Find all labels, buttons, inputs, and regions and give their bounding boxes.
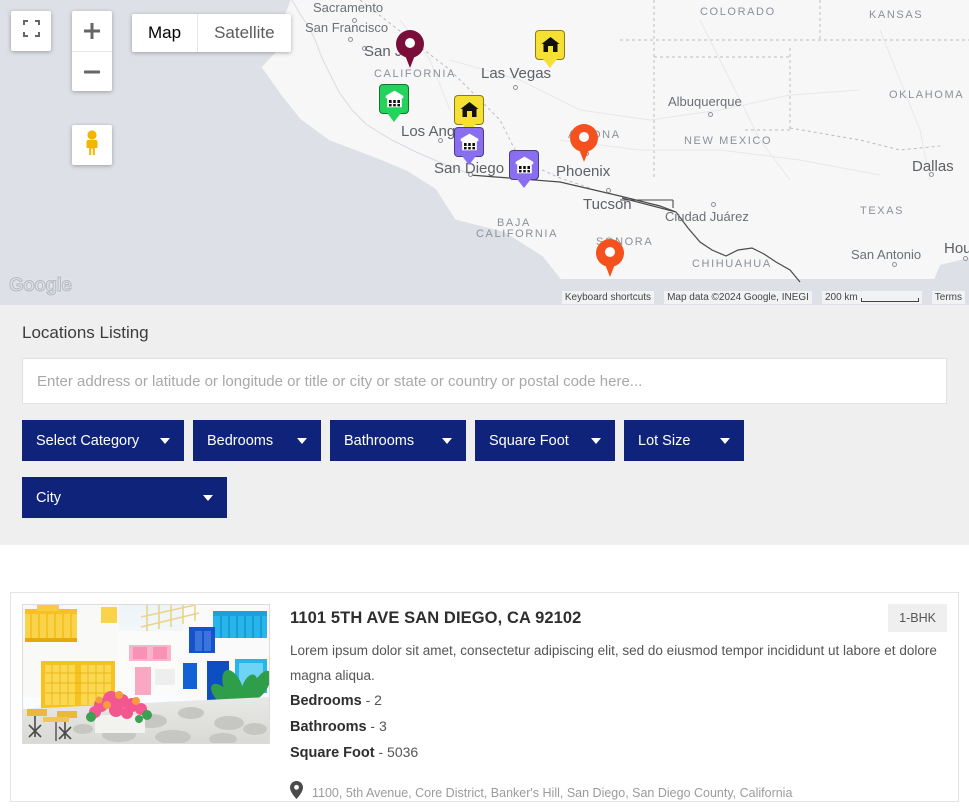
location-pin-icon bbox=[290, 781, 303, 804]
marker-los-angeles-home[interactable] bbox=[454, 95, 484, 125]
keyboard-shortcuts-link[interactable]: Keyboard shortcuts bbox=[561, 291, 655, 304]
city-dot bbox=[513, 85, 518, 90]
filter-lot-size[interactable]: Lot Size bbox=[624, 420, 744, 461]
filter-lot-size-label: Lot Size bbox=[638, 432, 691, 449]
listing-address-row: 1100, 5th Avenue, Core District, Banker'… bbox=[290, 781, 947, 804]
chevron-down-icon bbox=[160, 437, 170, 444]
map-data-attribution: Map data ©2024 Google, INEGI bbox=[664, 291, 812, 304]
listing-spec-bathrooms: Bathrooms - 3 bbox=[290, 714, 947, 740]
filter-city-label: City bbox=[36, 489, 61, 506]
spec-value: - 2 bbox=[361, 692, 382, 708]
zoom-controls[interactable] bbox=[72, 11, 112, 91]
city-dot bbox=[606, 188, 611, 193]
map-scale-label: 200 km bbox=[824, 292, 858, 303]
marker-california-building[interactable] bbox=[379, 84, 409, 114]
spec-value: - 3 bbox=[366, 718, 387, 734]
marker-phoenix[interactable] bbox=[570, 124, 598, 164]
google-logo: Google bbox=[8, 275, 72, 297]
marker-san-jose[interactable] bbox=[396, 30, 424, 70]
minus-icon bbox=[84, 70, 100, 73]
zoom-in-button[interactable] bbox=[72, 11, 112, 51]
city-dot bbox=[929, 172, 934, 177]
page-title: Locations Listing bbox=[22, 323, 149, 342]
map-attribution-bar: Keyboard shortcuts Map data ©2024 Google… bbox=[561, 290, 969, 305]
city-dot bbox=[468, 172, 473, 177]
chevron-down-icon bbox=[591, 437, 601, 444]
spec-value: - 5036 bbox=[374, 744, 419, 760]
street-view-pegman-icon bbox=[81, 129, 103, 161]
listing-address: 1100, 5th Avenue, Core District, Banker'… bbox=[312, 785, 793, 800]
listing-spec-square-foot: Square Foot - 5036 bbox=[290, 740, 947, 766]
listing-spec-list: Bedrooms - 2 Bathrooms - 3 Square Foot - 5… bbox=[290, 688, 947, 766]
listing-card[interactable]: 1-BHK 1101 5TH AVE SAN DIEGO, CA 92102 L… bbox=[10, 592, 959, 802]
terms-link[interactable]: Terms bbox=[931, 291, 965, 304]
location-pin-icon bbox=[396, 30, 424, 70]
city-dot bbox=[348, 37, 353, 42]
city-dot bbox=[711, 202, 716, 207]
listing-spec-bedrooms: Bedrooms - 2 bbox=[290, 688, 947, 714]
listing-description: Lorem ipsum dolor sit amet, consectetur … bbox=[290, 643, 937, 683]
filter-city[interactable]: City bbox=[22, 477, 227, 518]
map-type-satellite-button[interactable]: Satellite bbox=[197, 14, 290, 52]
filter-bedrooms-label: Bedrooms bbox=[207, 432, 274, 449]
city-dot bbox=[362, 46, 367, 51]
filter-select-category[interactable]: Select Category bbox=[22, 420, 184, 461]
street-view-pegman-button[interactable] bbox=[72, 125, 112, 165]
city-dot bbox=[892, 262, 897, 267]
listing-title[interactable]: 1101 5TH AVE SAN DIEGO, CA 92102 bbox=[290, 609, 947, 628]
filter-row-primary: Select Category Bedrooms Bathrooms Square F… bbox=[22, 420, 947, 461]
building-icon bbox=[509, 150, 539, 180]
mediterranean-courtyard-photo bbox=[23, 605, 269, 743]
map-viewport[interactable]: Sacramento San Francisco San J CALIFORNIA La… bbox=[0, 0, 969, 305]
spec-label: Bedrooms bbox=[290, 693, 362, 709]
zoom-out-button[interactable] bbox=[72, 51, 112, 91]
filter-row-secondary: City bbox=[22, 477, 947, 518]
map-type-switcher[interactable]: Map Satellite bbox=[132, 14, 291, 52]
filter-bedrooms[interactable]: Bedrooms bbox=[193, 420, 321, 461]
chevron-down-icon bbox=[442, 437, 452, 444]
filter-select-category-label: Select Category bbox=[36, 432, 140, 449]
marker-los-angeles-building[interactable] bbox=[454, 127, 484, 157]
listing-thumbnail[interactable] bbox=[22, 604, 270, 744]
home-icon bbox=[535, 30, 565, 60]
fullscreen-icon bbox=[22, 20, 40, 42]
home-icon bbox=[454, 95, 484, 125]
map-type-map-button[interactable]: Map bbox=[132, 14, 197, 52]
section-spacer bbox=[0, 545, 969, 592]
chevron-down-icon bbox=[297, 437, 307, 444]
marker-san-diego-building[interactable] bbox=[509, 150, 539, 180]
listing-details: 1-BHK 1101 5TH AVE SAN DIEGO, CA 92102 L… bbox=[270, 604, 947, 800]
location-pin-icon bbox=[570, 124, 598, 164]
city-dot bbox=[963, 256, 968, 261]
city-dot bbox=[352, 18, 357, 23]
city-dot bbox=[708, 112, 713, 117]
filter-bathrooms-label: Bathrooms bbox=[344, 432, 415, 449]
filter-bathrooms[interactable]: Bathrooms bbox=[330, 420, 466, 461]
chevron-down-icon bbox=[203, 494, 213, 501]
locations-listing-panel: Locations Listing Select Category Bedroom… bbox=[0, 305, 969, 545]
filter-square-foot[interactable]: Square Foot bbox=[475, 420, 615, 461]
filter-square-foot-label: Square Foot bbox=[489, 432, 569, 449]
marker-sonora[interactable] bbox=[596, 239, 624, 279]
spec-label: Square Foot bbox=[290, 745, 375, 761]
fullscreen-button[interactable] bbox=[11, 11, 51, 51]
plus-icon bbox=[84, 23, 100, 39]
marker-las-vegas-home[interactable] bbox=[535, 30, 565, 60]
spec-label: Bathrooms bbox=[290, 719, 367, 735]
city-dot bbox=[438, 138, 443, 143]
building-icon bbox=[379, 84, 409, 114]
map-scale-bar: 200 km bbox=[821, 291, 922, 304]
location-pin-icon bbox=[596, 239, 624, 279]
status-badge: 1-BHK bbox=[888, 604, 947, 632]
search-input[interactable] bbox=[22, 358, 947, 404]
building-icon bbox=[454, 127, 484, 157]
map-scale-rule bbox=[860, 297, 919, 302]
chevron-down-icon bbox=[720, 437, 730, 444]
